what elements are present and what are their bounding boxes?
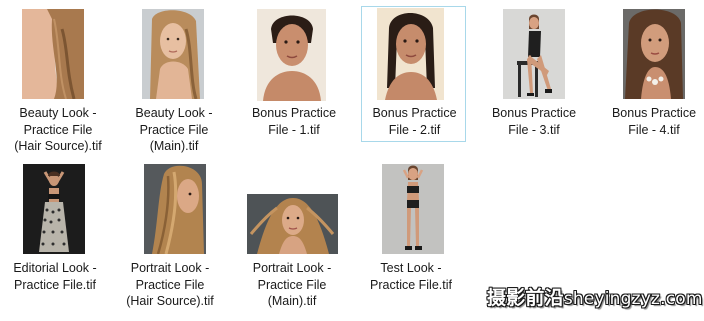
site-watermark: 摄影前沿sheyingzyz.com: [487, 283, 703, 310]
file-name-line: Practice File: [135, 277, 205, 292]
file-name-line: Bonus Practice: [491, 106, 577, 120]
file-tile[interactable]: Bonus Practice File - 2.tif: [361, 6, 466, 142]
file-name-line: File - 2.tif: [388, 122, 441, 137]
file-name-line: Practice File: [23, 122, 93, 137]
file-name-line: Beauty Look -: [19, 106, 97, 120]
file-name-line: (Hair Source).tif: [14, 139, 102, 153]
file-name-line: Practice File.tif: [14, 277, 96, 292]
file-thumbnail: [142, 9, 204, 99]
watermark-cjk-text: 摄影前沿: [487, 287, 564, 309]
file-name-line: Editorial Look -: [13, 261, 97, 275]
file-tile[interactable]: Bonus Practice File - 1.tif: [234, 2, 352, 137]
file-name: Bonus Practice File - 4.tif: [595, 105, 704, 138]
watermark-url-text: sheyingzyz.com: [563, 289, 703, 309]
file-name-line: Practice File.tif: [370, 277, 452, 292]
file-name: Beauty Look - Practice File (Main).tif: [115, 105, 233, 155]
file-name-line: Practice File: [257, 277, 327, 292]
file-name-line: Bonus Practice: [611, 106, 697, 120]
file-name-line: Bonus Practice: [251, 106, 337, 120]
file-name: Portrait Look - Practice File (Hair Sour…: [111, 260, 229, 310]
file-name-line: (Main).tif: [149, 139, 199, 153]
file-name-line: Portrait Look -: [252, 261, 332, 275]
file-tile[interactable]: Test Look - Practice File.tif: [351, 157, 469, 292]
file-thumbnail: [247, 194, 338, 254]
file-thumbnail: [382, 164, 444, 254]
file-name: Bonus Practice File - 2.tif: [362, 105, 467, 138]
file-name-line: Portrait Look -: [130, 261, 210, 275]
file-thumbnail: [377, 8, 444, 100]
file-name: Bonus Practice File - 3.tif: [475, 105, 593, 138]
file-name-line: File - 4.tif: [628, 122, 680, 137]
file-name: Test Look - Practice File.tif: [352, 260, 470, 293]
file-name-line: Test Look -: [380, 261, 442, 275]
file-tile[interactable]: Portrait Look - Practice File (Hair Sour…: [110, 157, 228, 308]
file-name-line: (Hair Source).tif: [126, 294, 214, 308]
file-thumbnail: [503, 9, 565, 99]
file-name-line: File - 1.tif: [268, 122, 320, 137]
file-thumbnail: [257, 9, 326, 101]
file-thumbnail: [623, 9, 685, 99]
file-name-line: Beauty Look -: [135, 106, 213, 120]
file-name: Beauty Look - Practice File (Hair Source…: [0, 105, 117, 155]
file-name: Portrait Look - Practice File (Main).tif: [233, 260, 351, 310]
file-name: Editorial Look - Practice File.tif: [0, 260, 114, 293]
file-grid: Beauty Look - Practice File (Hair Source…: [0, 0, 704, 321]
file-tile[interactable]: Editorial Look - Practice File.tif: [0, 157, 113, 292]
file-name-line: Bonus Practice: [372, 106, 457, 120]
file-thumbnail: [22, 9, 84, 99]
file-name-line: File - 3.tif: [508, 122, 560, 137]
file-tile[interactable]: Portrait Look - Practice File (Main).tif: [232, 157, 350, 308]
file-tile[interactable]: Beauty Look - Practice File (Main).tif: [114, 2, 232, 153]
file-name-line: Practice File: [139, 122, 209, 137]
file-thumbnail: [23, 164, 85, 254]
file-name-line: (Main).tif: [267, 294, 317, 308]
file-tile[interactable]: Bonus Practice File - 4.tif: [594, 2, 704, 137]
file-tile[interactable]: Beauty Look - Practice File (Hair Source…: [0, 2, 116, 153]
file-tile[interactable]: Bonus Practice File - 3.tif: [474, 2, 592, 137]
file-thumbnail: [144, 164, 206, 254]
file-name: Bonus Practice File - 1.tif: [235, 105, 353, 138]
